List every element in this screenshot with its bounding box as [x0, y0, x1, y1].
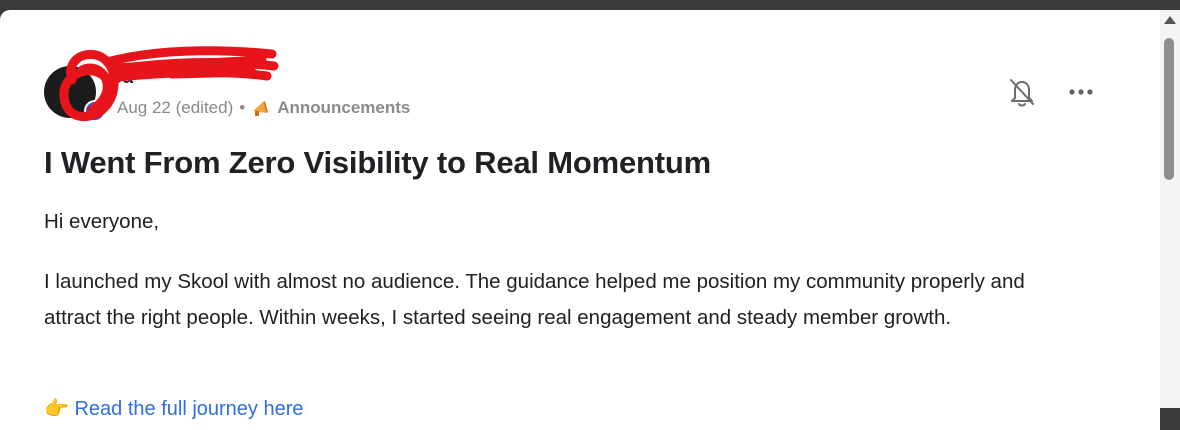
read-more-label[interactable]: Read the full journey here [74, 398, 303, 420]
author-name[interactable]: Ja [112, 67, 133, 89]
meta-separator: • [239, 98, 246, 117]
post-title[interactable]: I Went From Zero Visibility to Real Mome… [44, 145, 711, 181]
more-dots-icon[interactable] [1066, 84, 1096, 100]
post-meta: Aug 22 (edited) • Announcements [117, 98, 410, 118]
pointing-hand-icon: 👉 [44, 398, 75, 420]
level-badge: 7 [84, 100, 106, 122]
category-link[interactable]: Announcements [277, 98, 410, 118]
scrollbar-thumb[interactable] [1164, 38, 1174, 180]
post-date[interactable]: Aug 22 (edited) [117, 98, 233, 118]
megaphone-icon [253, 101, 269, 116]
post-greeting: Hi everyone, [44, 210, 160, 233]
post-body: I launched my Skool with almost no audie… [44, 270, 1025, 329]
read-more-link[interactable]: 👉 Read the full journey here [44, 396, 304, 421]
scroll-up-arrow-icon[interactable] [1164, 16, 1176, 24]
bell-off-icon[interactable] [1007, 76, 1037, 108]
